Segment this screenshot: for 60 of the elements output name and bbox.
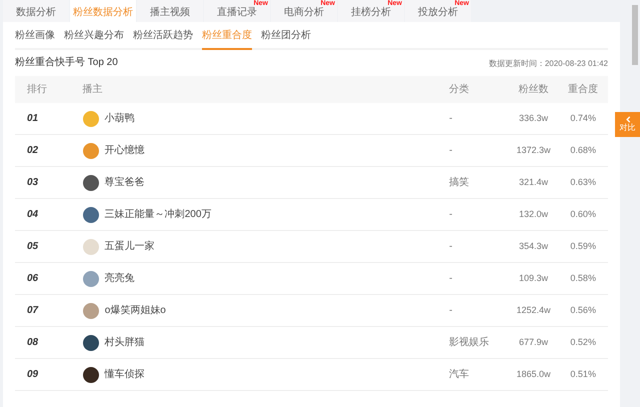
chevron-left-icon xyxy=(624,116,630,123)
streamer-name[interactable]: o爆笑两姐妹o xyxy=(104,303,166,318)
column-header: 分类 xyxy=(449,82,470,97)
rank-cell-text: 08 xyxy=(26,336,40,350)
fans-cell-text: 1865.0w xyxy=(516,368,552,381)
overlap-cell-text: 0.74% xyxy=(569,112,597,125)
category-cell-text: - xyxy=(449,144,454,158)
category-cell-text: 汽车 xyxy=(449,368,470,382)
section-title: 粉丝重合快手号 Top 20 xyxy=(15,56,118,70)
fans-cell-text: 336.3w xyxy=(518,112,550,125)
category-cell-text: - xyxy=(449,208,454,222)
overlap-cell-text: 0.60% xyxy=(569,208,597,221)
streamer-name[interactable]: 三妹正能量～冲刺200万 xyxy=(104,207,212,222)
overlap-cell-text: 0.51% xyxy=(569,368,597,381)
column-header: 播主 xyxy=(82,82,104,97)
streamer-name[interactable]: 尊宝爸爸 xyxy=(104,175,145,190)
fans-cell-text: 109.3w xyxy=(518,272,550,285)
streamer-name[interactable]: 亮亮兔 xyxy=(104,271,135,286)
category-cell-text: 搞笑 xyxy=(449,176,470,190)
column-header: 粉丝数 xyxy=(518,82,550,97)
fans-cell-text: 677.9w xyxy=(518,336,550,349)
streamer-name[interactable]: 五蛋儿一家 xyxy=(104,239,155,254)
category-cell-text: - xyxy=(449,112,454,126)
streamer-name[interactable]: 开心憶憶 xyxy=(104,143,145,158)
rank-cell-text: 02 xyxy=(26,144,40,158)
rank-cell-text: 04 xyxy=(26,208,40,222)
category-cell-text: - xyxy=(449,304,454,318)
fans-cell-text: 132.0w xyxy=(518,208,550,221)
nav-tab[interactable]: 播主视频 xyxy=(137,0,203,22)
fans-cell-text: 354.3w xyxy=(518,240,550,253)
category-cell-text: - xyxy=(449,272,454,286)
fans-cell-text: 321.4w xyxy=(518,176,550,189)
overlap-cell-text: 0.52% xyxy=(569,336,597,349)
overlap-cell-text: 0.63% xyxy=(569,176,597,189)
fans-cell-text: 1252.4w xyxy=(516,304,552,317)
fans-cell-text: 1372.3w xyxy=(516,144,552,157)
category-cell-text: 影视娱乐 xyxy=(449,336,490,350)
nav-tab[interactable]: 数据分析 xyxy=(3,0,69,22)
overlap-cell-text: 0.68% xyxy=(569,144,597,157)
overlap-cell-text: 0.59% xyxy=(569,240,597,253)
sub-tab[interactable]: 粉丝画像 xyxy=(15,28,55,50)
column-header: 排行 xyxy=(26,82,48,97)
streamer-name[interactable]: 小葫鸭 xyxy=(104,111,135,126)
column-header: 重合度 xyxy=(567,82,600,97)
rank-cell-text: 03 xyxy=(26,176,40,190)
rank-cell-text: 01 xyxy=(26,112,40,126)
sub-tab[interactable]: 粉丝活跃趋势 xyxy=(133,28,193,50)
scrollbar[interactable] xyxy=(632,5,638,65)
overlap-cell-text: 0.56% xyxy=(569,304,597,317)
streamer-name[interactable]: 懂车侦探 xyxy=(104,367,145,382)
sub-tab[interactable]: 粉丝兴趣分布 xyxy=(64,28,124,50)
update-time: 数据更新时间：2020-08-23 01:42 xyxy=(488,58,608,70)
overlap-cell-text: 0.58% xyxy=(569,272,597,285)
sub-tab[interactable]: 粉丝团分析 xyxy=(261,28,311,50)
rank-cell-text: 05 xyxy=(26,240,40,254)
rank-cell-text: 09 xyxy=(26,368,40,382)
rank-cell-text: 07 xyxy=(26,304,40,318)
category-cell-text: - xyxy=(449,240,454,254)
rank-cell-text: 06 xyxy=(26,272,40,286)
streamer-name[interactable]: 村头胖猫 xyxy=(104,335,145,350)
